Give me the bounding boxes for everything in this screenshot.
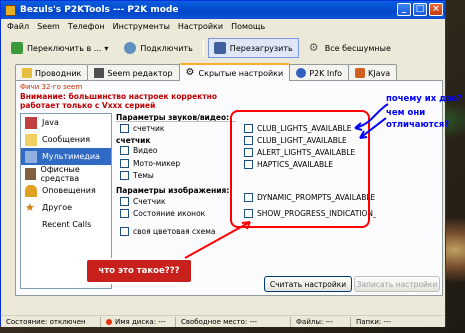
arrow-to-red-box [184, 221, 251, 259]
annotation-arrows [184, 103, 389, 259]
tab-hidden-settings[interactable]: ⚙ Скрытые настройки [178, 63, 291, 81]
tab-hidden-settings-label: Скрытые настройки [198, 68, 284, 78]
arrow-to-club-light [359, 117, 387, 139]
settings-icon: ⚙ [185, 67, 195, 78]
